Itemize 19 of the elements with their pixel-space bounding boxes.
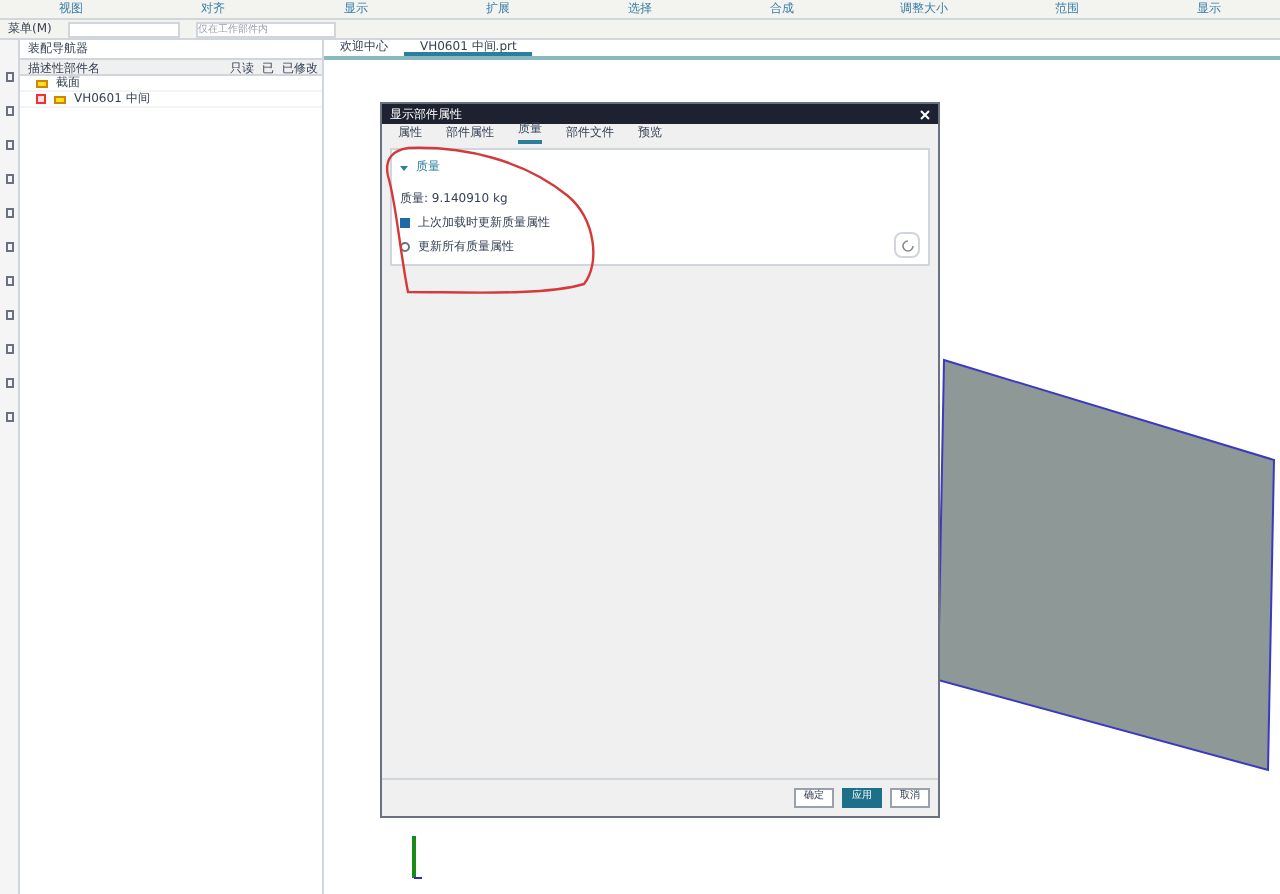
refresh-icon xyxy=(899,237,915,253)
refresh-button[interactable] xyxy=(894,232,920,258)
caret-icon[interactable] xyxy=(400,163,408,171)
sidebar-tool-icon[interactable] xyxy=(5,208,13,218)
selection-field[interactable] xyxy=(67,21,180,37)
sidebar-tool-icon[interactable] xyxy=(5,412,13,422)
sidebar-tool-icon[interactable] xyxy=(5,140,13,150)
close-icon[interactable] xyxy=(920,109,930,119)
sidebar-tool-icon[interactable] xyxy=(5,72,13,82)
sidebar-tool-icon[interactable] xyxy=(5,344,13,354)
sidebar-tool-icon[interactable] xyxy=(5,276,13,286)
sidebar-tool-icon[interactable] xyxy=(5,242,13,252)
sidebar-tool-icon[interactable] xyxy=(5,378,13,388)
sidebar-tool-icon[interactable] xyxy=(5,174,13,184)
sidebar-tool-icon[interactable] xyxy=(5,310,13,320)
radio-button[interactable] xyxy=(400,242,410,252)
tree-checkbox[interactable] xyxy=(36,94,46,104)
sidebar-tool-icon[interactable] xyxy=(5,106,13,116)
checkbox[interactable] xyxy=(400,218,410,228)
